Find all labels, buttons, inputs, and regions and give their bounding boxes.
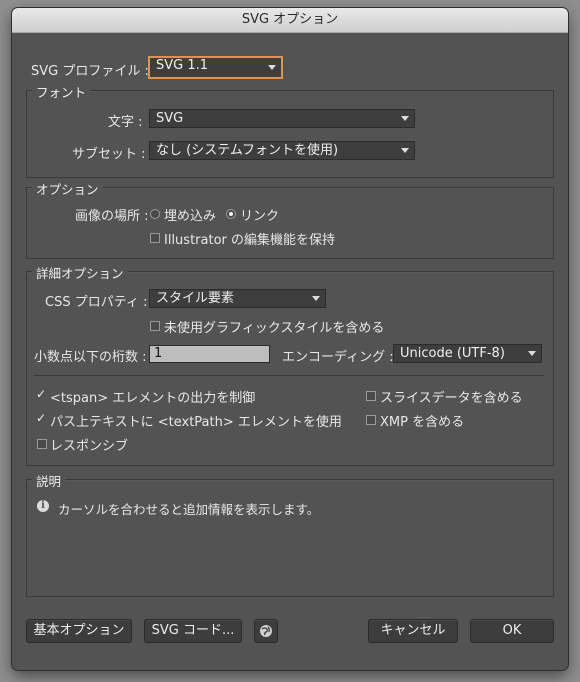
tspan-checkbox[interactable]: ✓ xyxy=(36,388,46,400)
subset-label: サブセット : xyxy=(72,147,146,162)
encoding-value: Unicode (UTF-8) xyxy=(400,346,505,361)
tspan-label[interactable]: <tspan> エレメントの出力を制御 xyxy=(50,387,255,406)
svg-options-dialog: SVG オプション SVG プロファイル : SVG 1.1 フォント 文字 :… xyxy=(12,8,568,670)
ok-button[interactable]: OK xyxy=(470,619,554,643)
svg-code-button[interactable]: SVG コード... xyxy=(144,619,242,643)
unused-styles-checkbox[interactable] xyxy=(150,321,160,331)
preserve-editing-checkbox[interactable] xyxy=(150,233,160,243)
char-select[interactable]: SVG xyxy=(149,109,415,128)
font-section xyxy=(26,90,554,178)
textpath-checkbox[interactable]: ✓ xyxy=(36,412,46,424)
textpath-label[interactable]: パス上テキストに <textPath> エレメントを使用 xyxy=(50,411,342,430)
char-value: SVG xyxy=(156,111,184,126)
description-text: カーソルを合わせると追加情報を表示します。 xyxy=(58,502,320,517)
embed-label[interactable]: 埋め込み xyxy=(164,205,216,224)
char-label: 文字 : xyxy=(108,115,143,130)
window-title: SVG オプション xyxy=(12,8,568,33)
slice-checkbox[interactable] xyxy=(366,391,376,401)
responsive-label[interactable]: レスポンシブ xyxy=(50,435,128,454)
decimal-input[interactable]: 1 xyxy=(149,345,270,363)
encoding-label: エンコーディング : xyxy=(282,350,394,365)
description-section xyxy=(26,479,554,597)
responsive-checkbox[interactable] xyxy=(37,439,47,449)
css-label: CSS プロパティ : xyxy=(45,295,148,310)
embed-radio[interactable] xyxy=(150,209,160,219)
profile-label: SVG プロファイル : xyxy=(31,64,149,79)
subset-value: なし (システムフォントを使用) xyxy=(156,143,339,158)
subset-select[interactable]: なし (システムフォントを使用) xyxy=(149,141,415,160)
basic-options-button[interactable]: 基本オプション xyxy=(26,619,132,643)
info-icon: i xyxy=(37,500,49,512)
profile-value: SVG 1.1 xyxy=(156,58,209,73)
css-value: スタイル要素 xyxy=(156,291,235,306)
advanced-divider xyxy=(34,375,544,376)
advanced-section-title: 詳細オプション xyxy=(32,263,128,282)
profile-select[interactable]: SVG 1.1 xyxy=(148,56,283,79)
link-label[interactable]: リンク xyxy=(240,205,279,224)
font-section-title: フォント xyxy=(32,82,91,101)
encoding-select[interactable]: Unicode (UTF-8) xyxy=(393,344,542,363)
chevron-down-icon xyxy=(401,116,409,121)
cancel-button[interactable]: キャンセル xyxy=(368,619,458,643)
web-preview-button[interactable] xyxy=(254,619,278,643)
unused-styles-label[interactable]: 未使用グラフィックスタイルを含める xyxy=(164,317,384,336)
image-location-label: 画像の場所 : xyxy=(75,209,149,224)
chevron-down-icon xyxy=(312,296,320,301)
globe-icon xyxy=(260,625,272,637)
xmp-label[interactable]: XMP を含める xyxy=(380,411,464,430)
css-select[interactable]: スタイル要素 xyxy=(149,289,326,308)
options-section-title: オプション xyxy=(32,179,103,198)
slice-label[interactable]: スライスデータを含める xyxy=(380,387,523,406)
chevron-down-icon xyxy=(528,351,536,356)
preserve-editing-label[interactable]: Illustrator の編集機能を保持 xyxy=(164,229,335,248)
description-section-title: 説明 xyxy=(32,471,66,490)
decimal-label: 小数点以下の桁数 : xyxy=(34,350,147,365)
link-radio[interactable] xyxy=(226,209,236,219)
xmp-checkbox[interactable] xyxy=(366,415,376,425)
chevron-down-icon xyxy=(268,65,276,70)
chevron-down-icon xyxy=(401,148,409,153)
